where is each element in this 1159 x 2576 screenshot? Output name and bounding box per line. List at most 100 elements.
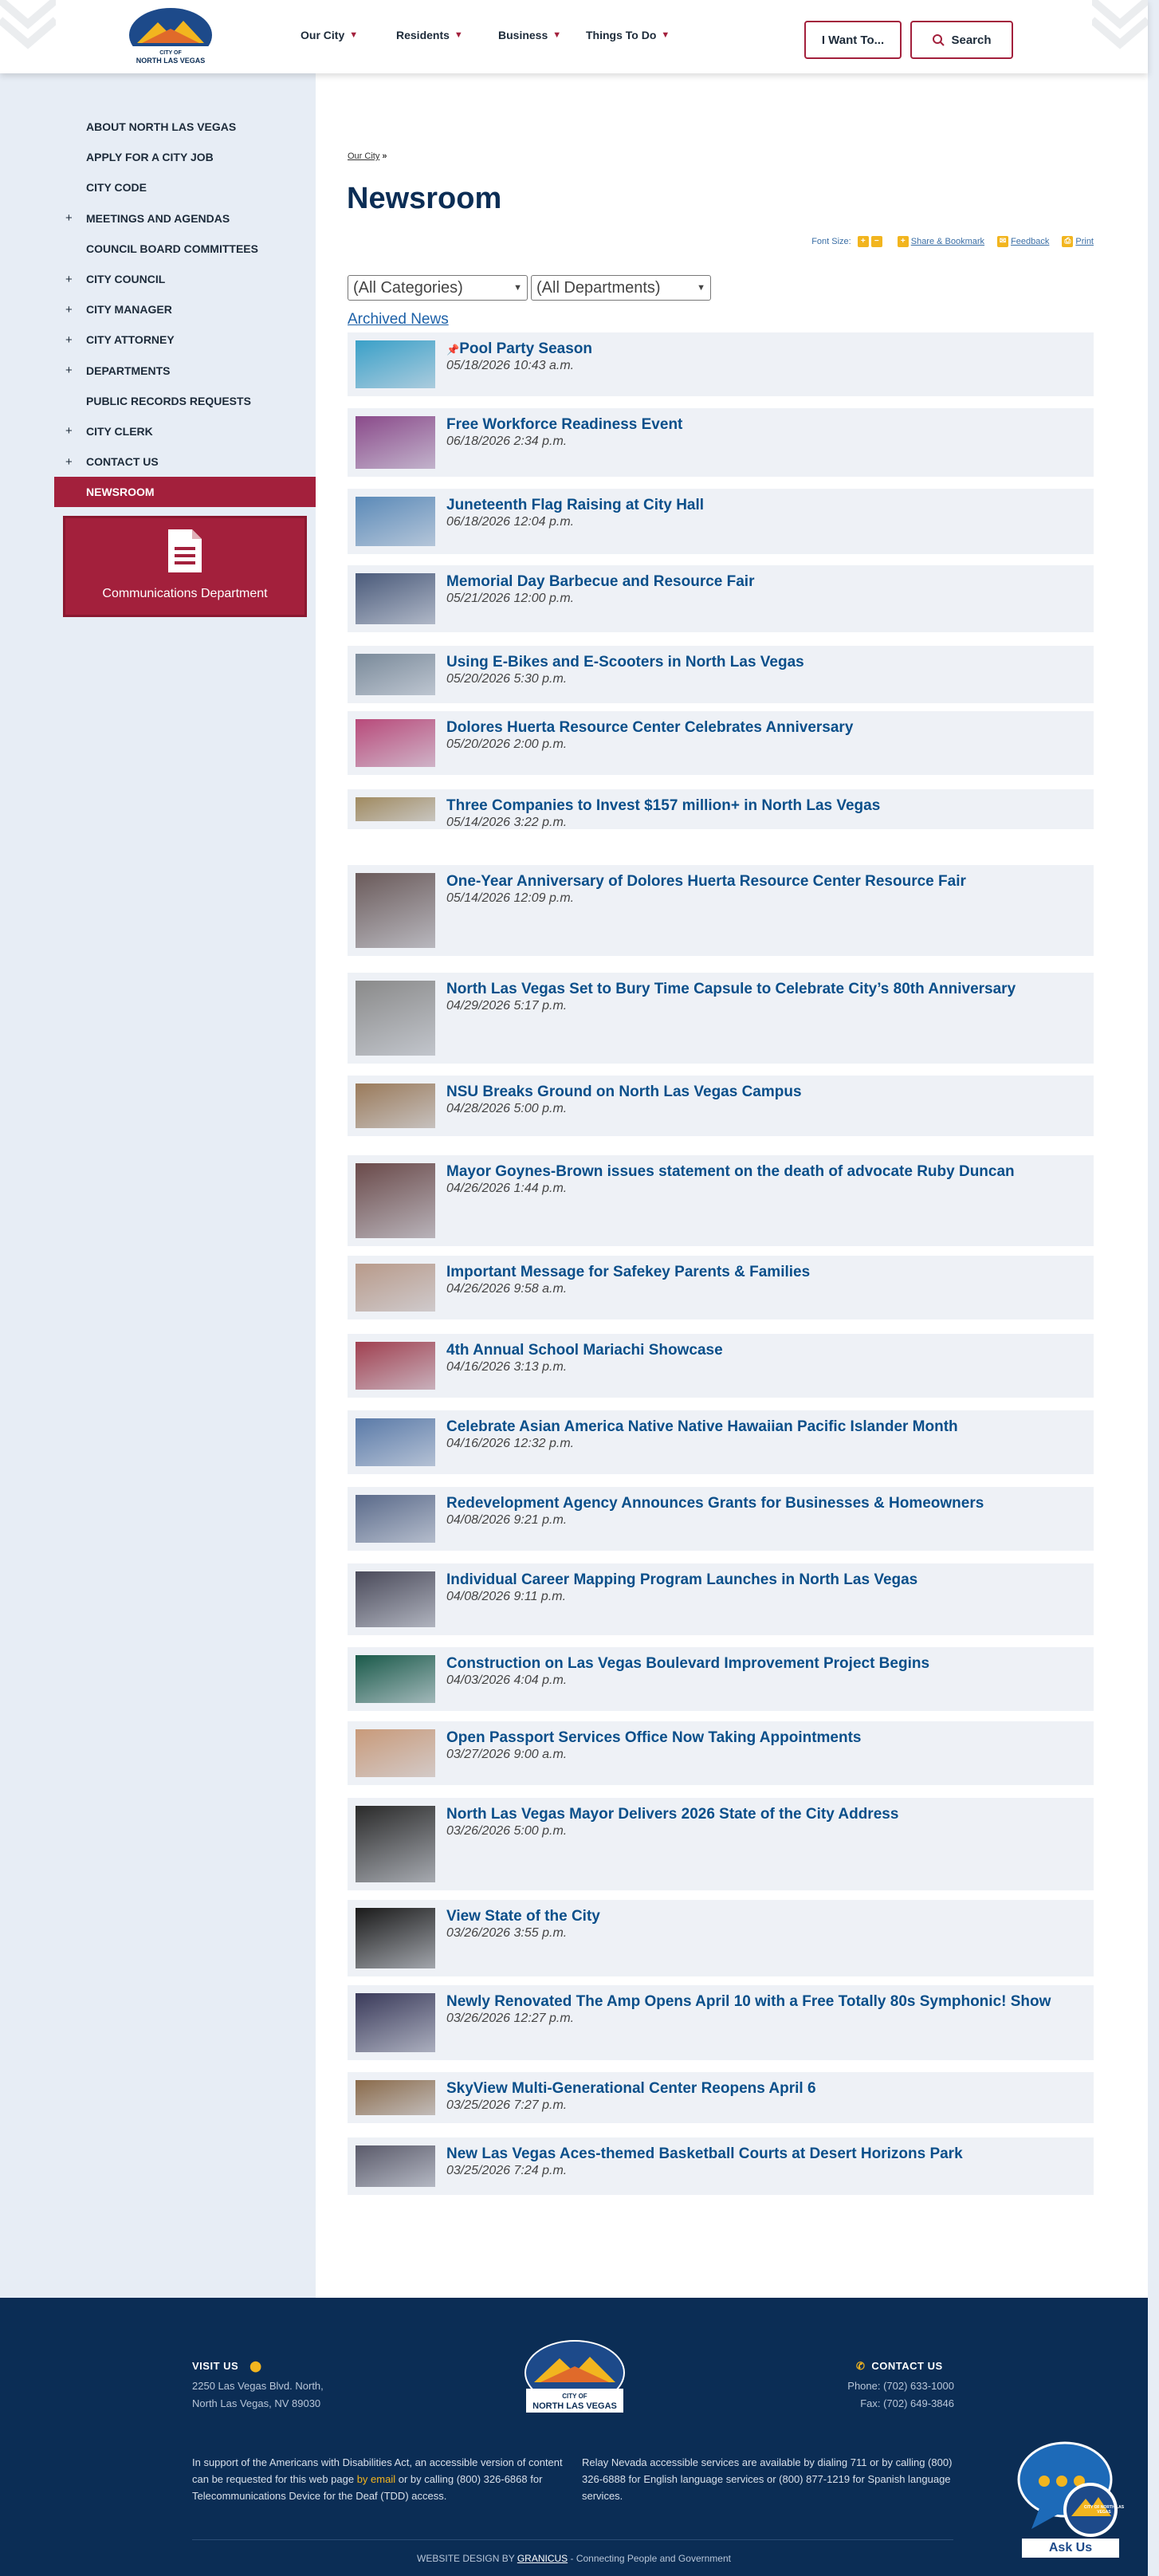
ask-us-label[interactable]: Ask Us: [1022, 2539, 1119, 2558]
city-logo[interactable]: CITY OF NORTH LAS VEGAS: [126, 6, 215, 69]
news-item[interactable]: View State of the City 03/26/2026 3:55 p.…: [348, 1900, 1094, 1976]
news-thumbnail[interactable]: [356, 797, 435, 821]
news-title-link[interactable]: 4th Annual School Mariachi Showcase: [446, 1342, 723, 1359]
news-item[interactable]: Newly Renovated The Amp Opens April 10 w…: [348, 1985, 1094, 2060]
news-thumbnail[interactable]: [356, 873, 435, 948]
share-bookmark-link[interactable]: Share & Bookmark: [911, 237, 984, 246]
archived-news-link[interactable]: Archived News: [348, 311, 449, 328]
email-link[interactable]: by email: [357, 2473, 395, 2485]
sidebar-item-city-code[interactable]: CITY CODE: [54, 172, 316, 203]
nav-residents[interactable]: Residents ▼: [396, 29, 463, 41]
news-thumbnail[interactable]: [356, 340, 435, 388]
sidebar-item-about-north-las-vegas[interactable]: ABOUT NORTH LAS VEGAS: [54, 112, 316, 142]
news-item[interactable]: North Las Vegas Set to Bury Time Capsule…: [348, 973, 1094, 1064]
sidebar-item-newsroom[interactable]: NEWSROOM: [54, 477, 316, 508]
feedback-link[interactable]: Feedback: [1011, 237, 1049, 246]
sidebar-item-city-clerk[interactable]: + CITY CLERK: [54, 416, 316, 446]
news-item[interactable]: Juneteenth Flag Raising at City Hall 06/1…: [348, 489, 1094, 554]
news-item[interactable]: One-Year Anniversary of Dolores Huerta R…: [348, 865, 1094, 956]
news-title-link[interactable]: Important Message for Safekey Parents & …: [446, 1264, 810, 1281]
news-title-link[interactable]: Three Companies to Invest $157 million+ …: [446, 797, 880, 815]
news-thumbnail[interactable]: [356, 1908, 435, 1968]
sidebar-item-city-manager[interactable]: + CITY MANAGER: [54, 294, 316, 324]
news-item[interactable]: Individual Career Mapping Program Launch…: [348, 1563, 1094, 1635]
expand-plus-icon[interactable]: +: [65, 211, 73, 225]
breadcrumb-link[interactable]: Our City: [348, 151, 379, 161]
news-title-link[interactable]: Memorial Day Barbecue and Resource Fair: [446, 573, 754, 591]
news-item[interactable]: Important Message for Safekey Parents & …: [348, 1256, 1094, 1319]
news-item[interactable]: Three Companies to Invest $157 million+ …: [348, 789, 1094, 829]
sidebar-item-city-council[interactable]: + CITY COUNCIL: [54, 264, 316, 294]
news-thumbnail[interactable]: [356, 2080, 435, 2115]
news-title-link[interactable]: Open Passport Services Office Now Taking…: [446, 1729, 862, 1747]
category-select[interactable]: (All Categories) ▼: [348, 275, 528, 301]
i-want-to-button[interactable]: I Want To...: [804, 21, 902, 59]
news-item[interactable]: Dolores Huerta Resource Center Celebrate…: [348, 711, 1094, 775]
news-item[interactable]: 📌Pool Party Season 05/18/2026 10:43 a.m.: [348, 332, 1094, 396]
news-item[interactable]: Free Workforce Readiness Event 06/18/2026…: [348, 408, 1094, 477]
sidebar-item-council-board-committees[interactable]: COUNCIL BOARD COMMITTEES: [54, 234, 316, 264]
news-item[interactable]: Open Passport Services Office Now Taking…: [348, 1721, 1094, 1785]
news-title-link[interactable]: NSU Breaks Ground on North Las Vegas Cam…: [446, 1083, 802, 1101]
sidebar-item-city-attorney[interactable]: + CITY ATTORNEY: [54, 324, 316, 355]
news-thumbnail[interactable]: [356, 573, 435, 624]
news-item[interactable]: Mayor Goynes-Brown issues statement on t…: [348, 1155, 1094, 1246]
expand-plus-icon[interactable]: +: [65, 303, 73, 317]
font-decrease-icon[interactable]: −: [870, 236, 882, 247]
news-title-link[interactable]: Construction on Las Vegas Boulevard Impr…: [446, 1655, 929, 1673]
news-item[interactable]: Redevelopment Agency Announces Grants fo…: [348, 1487, 1094, 1551]
footer-logo[interactable]: CITY OF NORTH LAS VEGAS: [521, 2339, 628, 2416]
sidebar-item-public-records-requests[interactable]: PUBLIC RECORDS REQUESTS: [54, 386, 316, 416]
news-title-link[interactable]: 📌Pool Party Season: [446, 340, 592, 358]
news-thumbnail[interactable]: [356, 1163, 435, 1238]
news-title-link[interactable]: SkyView Multi-Generational Center Reopen…: [446, 2080, 816, 2098]
news-item[interactable]: North Las Vegas Mayor Delivers 2026 Stat…: [348, 1798, 1094, 1890]
print-link[interactable]: Print: [1075, 237, 1094, 246]
news-thumbnail[interactable]: [356, 1993, 435, 2052]
news-thumbnail[interactable]: [356, 1495, 435, 1543]
communications-department-button[interactable]: Communications Department: [63, 516, 307, 617]
news-thumbnail[interactable]: [356, 1655, 435, 1703]
department-select[interactable]: (All Departments) ▼: [531, 275, 711, 301]
news-thumbnail[interactable]: [356, 1418, 435, 1466]
news-title-link[interactable]: Newly Renovated The Amp Opens April 10 w…: [446, 1993, 1051, 2011]
news-item[interactable]: Construction on Las Vegas Boulevard Impr…: [348, 1647, 1094, 1711]
news-thumbnail[interactable]: [356, 416, 435, 469]
news-title-link[interactable]: View State of the City: [446, 1908, 600, 1925]
news-title-link[interactable]: Individual Career Mapping Program Launch…: [446, 1571, 917, 1589]
nav-things-to-do[interactable]: Things To Do ▼: [586, 29, 670, 41]
news-item[interactable]: Celebrate Asian America Native Native Ha…: [348, 1410, 1094, 1474]
news-title-link[interactable]: Juneteenth Flag Raising at City Hall: [446, 497, 704, 514]
news-item[interactable]: SkyView Multi-Generational Center Reopen…: [348, 2072, 1094, 2123]
font-increase-icon[interactable]: +: [857, 236, 869, 247]
news-title-link[interactable]: Redevelopment Agency Announces Grants fo…: [446, 1495, 984, 1512]
ask-us-widget[interactable]: CITY OF NORTH LAS VEGAS Ask Us: [1016, 2440, 1126, 2559]
news-item[interactable]: New Las Vegas Aces-themed Basketball Cou…: [348, 2137, 1094, 2195]
news-title-link[interactable]: Dolores Huerta Resource Center Celebrate…: [446, 719, 853, 737]
news-thumbnail[interactable]: [356, 497, 435, 546]
nav-business[interactable]: Business ▼: [498, 29, 561, 41]
news-thumbnail[interactable]: [356, 2145, 435, 2187]
sidebar-item-contact-us[interactable]: + CONTACT US: [54, 446, 316, 477]
sidebar-item-departments[interactable]: + DEPARTMENTS: [54, 356, 316, 386]
news-thumbnail[interactable]: [356, 1264, 435, 1312]
expand-plus-icon[interactable]: +: [65, 364, 73, 377]
granicus-link[interactable]: GRANICUS: [517, 2553, 568, 2564]
sidebar-item-meetings-and-agendas[interactable]: + MEETINGS AND AGENDAS: [54, 203, 316, 234]
news-item[interactable]: 4th Annual School Mariachi Showcase 04/16…: [348, 1334, 1094, 1398]
news-title-link[interactable]: One-Year Anniversary of Dolores Huerta R…: [446, 873, 966, 891]
news-title-link[interactable]: North Las Vegas Mayor Delivers 2026 Stat…: [446, 1806, 898, 1823]
news-thumbnail[interactable]: [356, 1806, 435, 1882]
news-title-link[interactable]: Free Workforce Readiness Event: [446, 416, 682, 434]
expand-plus-icon[interactable]: +: [65, 455, 73, 469]
news-thumbnail[interactable]: [356, 654, 435, 695]
news-title-link[interactable]: New Las Vegas Aces-themed Basketball Cou…: [446, 2145, 963, 2163]
news-item[interactable]: NSU Breaks Ground on North Las Vegas Cam…: [348, 1076, 1094, 1136]
news-thumbnail[interactable]: [356, 1342, 435, 1390]
nav-our-city[interactable]: Our City ▼: [301, 29, 358, 41]
news-thumbnail[interactable]: [356, 1729, 435, 1777]
news-item[interactable]: Using E-Bikes and E-Scooters in North La…: [348, 646, 1094, 703]
news-title-link[interactable]: Celebrate Asian America Native Native Ha…: [446, 1418, 958, 1436]
news-title-link[interactable]: Mayor Goynes-Brown issues statement on t…: [446, 1163, 1015, 1181]
expand-plus-icon[interactable]: +: [65, 273, 73, 286]
